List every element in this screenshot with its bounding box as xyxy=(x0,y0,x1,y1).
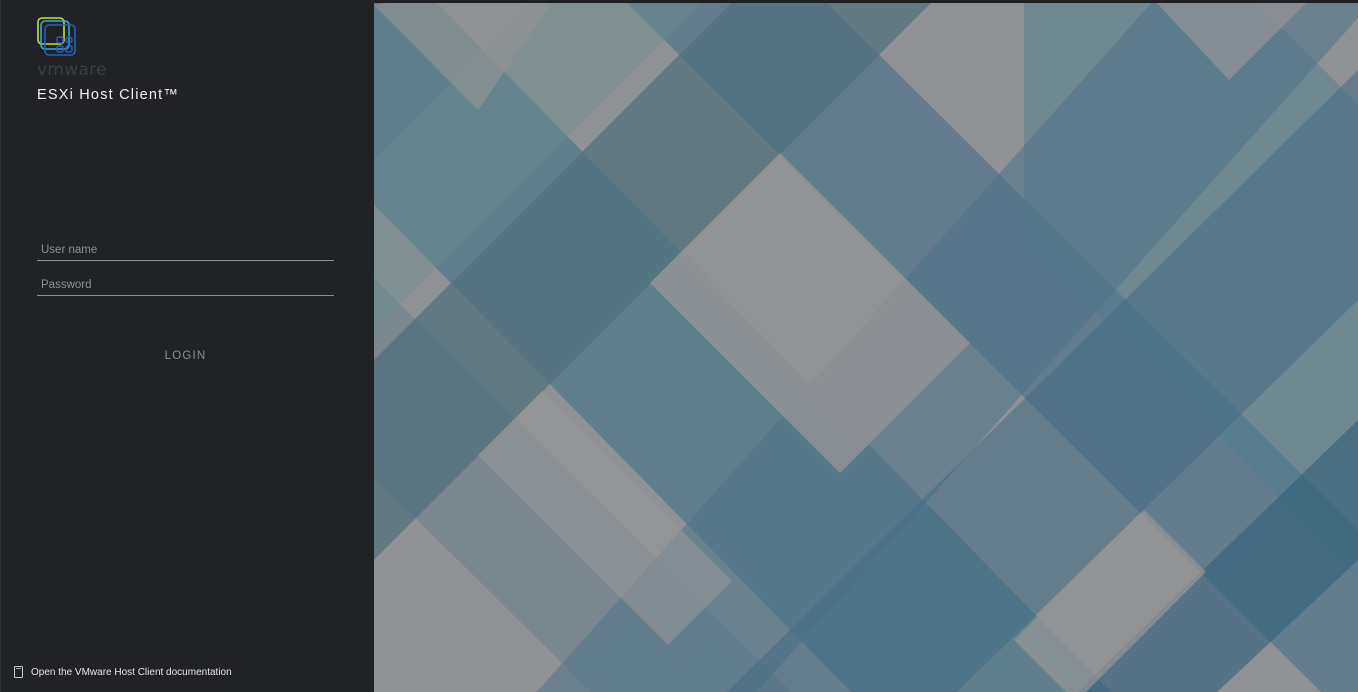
documentation-link[interactable]: Open the VMware Host Client documentatio… xyxy=(14,666,232,678)
vmware-wordmark: vmware xyxy=(37,60,107,80)
password-input[interactable] xyxy=(37,274,334,296)
username-input[interactable] xyxy=(37,239,334,261)
plaid-pattern-image xyxy=(374,3,1358,692)
login-page: vmware ESXi Host Client™ LOGIN Open the … xyxy=(0,0,1358,692)
login-button[interactable]: LOGIN xyxy=(37,340,334,372)
background-artwork xyxy=(374,0,1358,692)
documentation-link-label: Open the VMware Host Client documentatio… xyxy=(31,666,232,678)
product-title: ESXi Host Client™ xyxy=(37,87,180,103)
document-icon xyxy=(14,666,23,678)
vmware-logo-icon xyxy=(37,17,76,56)
login-panel: vmware ESXi Host Client™ LOGIN Open the … xyxy=(0,0,374,692)
